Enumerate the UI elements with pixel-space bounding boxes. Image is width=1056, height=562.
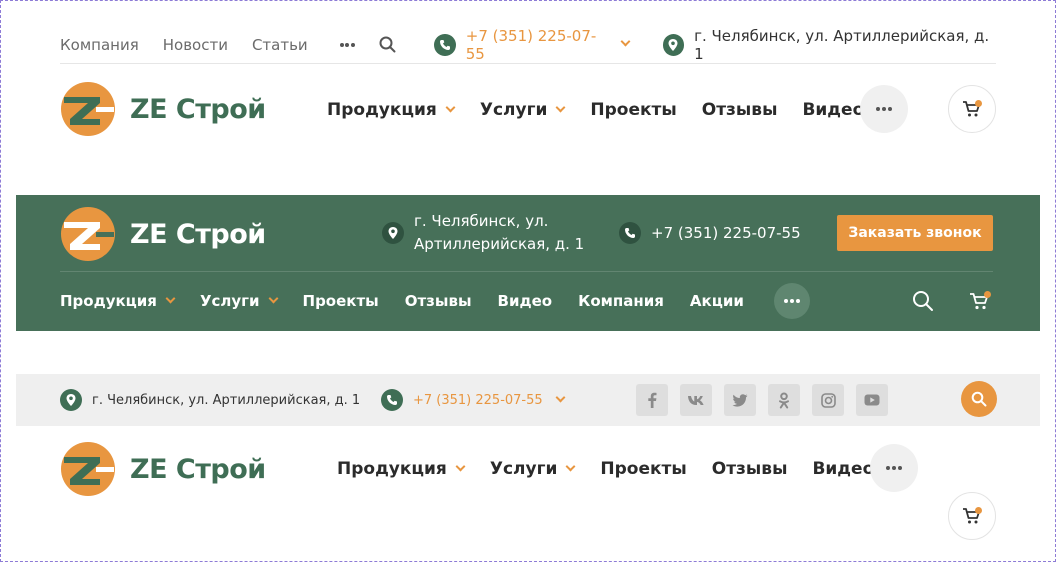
phone-icon bbox=[381, 389, 403, 411]
chevron-down-icon bbox=[445, 102, 456, 112]
chevron-down-icon bbox=[165, 293, 176, 303]
header3-address: г. Челябинск, ул. Артиллерийская, д. 1 bbox=[60, 389, 360, 411]
header2-nav: Продукция Услуги Проекты Отзывы Видео Ко… bbox=[60, 290, 744, 312]
logo[interactable]: ZE Строй bbox=[60, 441, 266, 497]
social-links bbox=[636, 384, 900, 416]
search-icon[interactable] bbox=[912, 290, 934, 316]
nav-reviews[interactable]: Отзывы bbox=[405, 292, 472, 310]
nav-products[interactable]: Продукция bbox=[337, 459, 466, 479]
more-menu-button[interactable] bbox=[774, 283, 810, 319]
vk-icon[interactable] bbox=[680, 384, 712, 416]
logo[interactable]: ZE Строй bbox=[60, 206, 266, 262]
nav-projects[interactable]: Проекты bbox=[303, 292, 379, 310]
logo[interactable]: ZE Строй bbox=[60, 81, 266, 137]
nav-projects[interactable]: Проекты bbox=[590, 100, 676, 120]
facebook-icon[interactable] bbox=[636, 384, 668, 416]
search-icon bbox=[971, 391, 987, 407]
nav-reviews[interactable]: Отзывы bbox=[712, 459, 788, 479]
chevron-down-icon bbox=[268, 293, 278, 303]
location-icon bbox=[382, 222, 404, 244]
nav-services[interactable]: Услуги bbox=[480, 100, 566, 120]
address-line2: Артиллерийская, д. 1 bbox=[414, 235, 585, 253]
more-menu-button[interactable] bbox=[870, 444, 918, 492]
search-button[interactable] bbox=[961, 381, 997, 417]
logo-mark-icon bbox=[60, 206, 116, 262]
header1-topbar: Компания Новости Статьи +7 (351) 225-07-… bbox=[60, 26, 996, 64]
address-line1: г. Челябинск, ул. bbox=[414, 212, 549, 230]
chevron-down-icon bbox=[555, 102, 566, 112]
nav-services[interactable]: Услуги bbox=[200, 292, 278, 310]
nav-video[interactable]: Видео bbox=[812, 459, 874, 479]
youtube-icon[interactable] bbox=[856, 384, 888, 416]
logo-text: ZE Строй bbox=[130, 453, 266, 485]
cart-button[interactable] bbox=[969, 291, 991, 315]
nav-promotions[interactable]: Акции bbox=[690, 292, 744, 310]
chevron-down-icon[interactable] bbox=[555, 392, 566, 402]
nav-company[interactable]: Компания bbox=[578, 292, 664, 310]
header2-address: г. Челябинск, ул. Артиллерийская, д. 1 bbox=[382, 210, 584, 256]
header3-nav: Продукция Услуги Проекты Отзывы Видео bbox=[337, 457, 874, 481]
logo-text: ZE Строй bbox=[130, 218, 266, 250]
odnoklassniki-icon[interactable] bbox=[768, 384, 800, 416]
chevron-down-icon bbox=[455, 461, 466, 471]
divider bbox=[60, 271, 993, 272]
nav-reviews[interactable]: Отзывы bbox=[702, 100, 778, 120]
toplink-articles[interactable]: Статьи bbox=[252, 36, 308, 54]
toplink-company[interactable]: Компания bbox=[60, 36, 139, 54]
phone-icon bbox=[434, 33, 456, 56]
logo-mark-icon bbox=[60, 81, 116, 137]
more-icon bbox=[784, 294, 800, 308]
cart-button[interactable] bbox=[948, 492, 996, 540]
more-icon bbox=[876, 102, 892, 116]
order-call-button[interactable]: Заказать звонок bbox=[837, 215, 993, 251]
phone-link[interactable]: +7 (351) 225-07-55 bbox=[413, 393, 543, 408]
nav-services[interactable]: Услуги bbox=[490, 459, 576, 479]
header2-phone: +7 (351) 225-07-55 bbox=[619, 222, 801, 244]
chevron-down-icon[interactable] bbox=[620, 36, 631, 47]
nav-products[interactable]: Продукция bbox=[60, 292, 176, 310]
header1-nav: Продукция Услуги Проекты Отзывы Видео bbox=[327, 98, 864, 122]
chevron-down-icon bbox=[565, 461, 576, 471]
location-icon bbox=[60, 389, 82, 411]
phone-link[interactable]: +7 (351) 225-07-55 bbox=[466, 27, 612, 63]
more-icon[interactable] bbox=[339, 38, 356, 52]
nav-video[interactable]: Видео bbox=[802, 100, 864, 120]
search-icon[interactable] bbox=[379, 36, 396, 53]
instagram-icon[interactable] bbox=[812, 384, 844, 416]
location-icon bbox=[662, 33, 685, 56]
nav-products[interactable]: Продукция bbox=[327, 100, 456, 120]
address-text: г. Челябинск, ул. Артиллерийская, д. 1 bbox=[92, 392, 361, 408]
address-text: г. Челябинск, ул. Артиллерийская, д. 1 bbox=[694, 26, 990, 63]
toplink-news[interactable]: Новости bbox=[163, 36, 228, 54]
cart-button[interactable] bbox=[948, 85, 996, 133]
logo-mark-icon bbox=[60, 441, 116, 497]
nav-video[interactable]: Видео bbox=[498, 292, 553, 310]
cart-badge bbox=[975, 507, 982, 514]
nav-projects[interactable]: Проекты bbox=[600, 459, 686, 479]
logo-text: ZE Строй bbox=[130, 93, 266, 125]
twitter-icon[interactable] bbox=[724, 384, 756, 416]
address-block: г. Челябинск, ул. Артиллерийская, д. 1 bbox=[414, 210, 584, 256]
more-icon bbox=[886, 461, 902, 475]
cart-badge bbox=[984, 291, 991, 298]
header3-phone: +7 (351) 225-07-55 bbox=[381, 389, 566, 411]
phone-link[interactable]: +7 (351) 225-07-55 bbox=[651, 224, 801, 242]
phone-icon bbox=[619, 222, 641, 244]
more-menu-button[interactable] bbox=[860, 85, 908, 133]
cart-badge bbox=[975, 100, 982, 107]
